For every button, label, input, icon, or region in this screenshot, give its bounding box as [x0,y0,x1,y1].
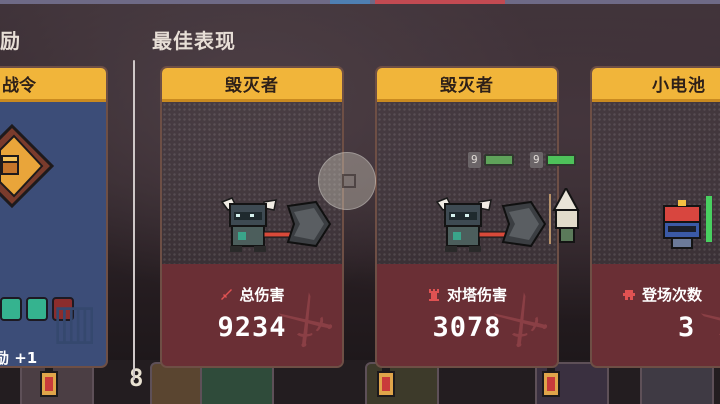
stat-value: 3 [678,312,696,343]
stat-value: 9234 [217,312,287,343]
gem-reward-icon [26,297,48,321]
section-divider [133,60,135,380]
card-title: 小电池 [592,68,720,102]
reward-bonus-text: 励 +1 [0,349,38,367]
destroyer-character-icon [435,197,547,252]
bottom-card-slot[interactable] [200,362,274,404]
card-stat-panel: ⚔ 登场次数 3 [592,264,720,366]
unit-hp-tag: 9 [530,152,576,168]
bottom-elixir-count: 8 [129,364,144,392]
reward-section-title: 励 [0,29,21,53]
card-title: 毁灭者 [377,68,557,102]
battery-icon [542,368,560,397]
stat-label: 登场次数 [642,286,703,304]
reward-watermark: ▥ [52,294,98,350]
stat-label: 对塔伤害 [446,286,507,304]
wizard-unit-icon [549,188,580,244]
tower-icon [428,288,439,301]
gem-reward-icon [0,297,22,321]
best-performance-title: 最佳表现 [152,29,236,53]
stat-value: 3078 [432,312,502,343]
stat-label: 总伤害 [239,286,285,304]
battle-pass-reward-card[interactable]: 战令 励 +1 ▥ [0,66,108,368]
battle-pass-badge-icon [0,123,55,209]
deploy-icon [623,289,635,300]
battery-icon [40,368,58,397]
battle-bubble-marker [342,174,356,188]
battery-icon [377,368,395,397]
bottom-card-slot[interactable] [640,362,714,404]
top-border [0,0,720,4]
card-stat-panel: ⚔ 总伤害 9234 [162,264,342,366]
card-title: 毁灭者 [162,68,342,102]
small-battery-character-icon [663,196,712,249]
card-stat-panel: ⚔ 对塔伤害 3078 [377,264,557,366]
destroyer-character-icon [220,197,332,252]
sword-icon [221,288,233,300]
unit-hp-tag: 9 [468,152,514,168]
reward-card-title: 战令 [2,76,36,96]
